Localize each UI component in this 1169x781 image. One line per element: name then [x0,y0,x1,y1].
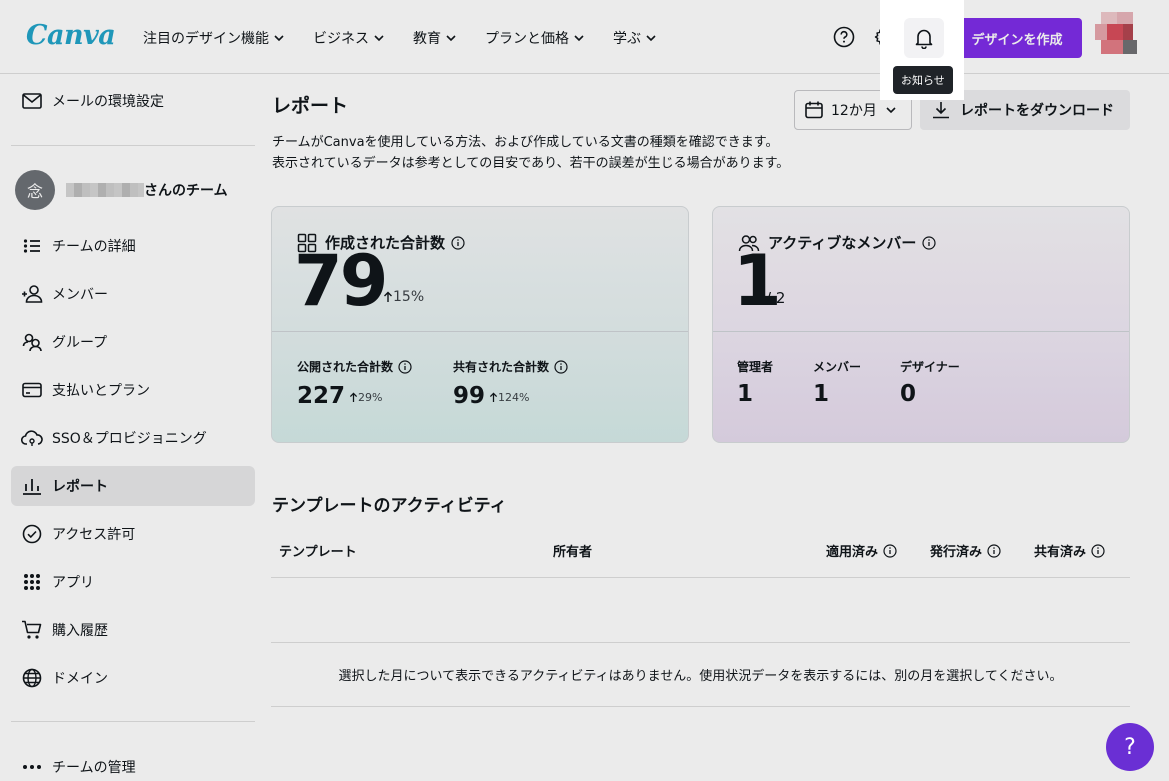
shared-label: 共有された合計数 [453,358,568,375]
shared-value: 99 124% [453,383,530,409]
page-description: チームがCanvaを使用している方法、および作成している文書の種類を確認できます… [272,135,790,171]
chevron-down-icon [886,107,896,114]
column-header-published[interactable]: 発行済み [930,541,1001,560]
user-avatar[interactable] [1095,12,1145,62]
members-total: / 2 [766,289,786,307]
info-icon[interactable] [883,543,897,558]
table-divider [271,706,1130,707]
section-title: テンプレートのアクティビティ [272,496,507,516]
role-label-admin: 管理者 [737,360,774,374]
table-divider [271,577,1130,578]
sidebar-item-purchase-history[interactable]: 購入履歴 [11,610,255,650]
sidebar-item-apps[interactable]: アプリ [11,562,255,602]
created-total-value: 79 [294,240,388,322]
sidebar-item-domains[interactable]: ドメイン [11,658,255,698]
created-total-card: 作成された合計数 79 15% 公開された合計数 227 29% 共有された合計… [271,206,689,443]
sidebar-item-reports[interactable]: レポート [11,466,255,506]
role-value-member: 1 [813,381,830,407]
published-label: 公開された合計数 [297,358,412,375]
active-members-card: アクティブなメンバー 1 / 2 管理者 1 メンバー 1 デザイナー 0 [712,206,1130,443]
sidebar-divider [11,721,255,722]
settings-sidebar: メールの環境設定 念 さんのチーム チームの詳細 メンバー グループ 支払いとプ… [0,75,262,781]
group-icon [21,331,43,353]
top-nav: 注目のデザイン機能 ビジネス 教育 プランと価格 学ぶ [143,28,685,48]
calendar-icon [805,101,823,119]
notifications-button[interactable] [904,18,944,58]
redacted-name [66,183,144,197]
sidebar-item-groups[interactable]: グループ [11,322,255,362]
bar-chart-icon [21,475,43,497]
role-label-designer: デザイナー [900,360,960,374]
sidebar-item-permissions[interactable]: アクセス許可 [11,514,255,554]
notification-tooltip: お知らせ [893,66,953,94]
sidebar-item-team-details[interactable]: チームの詳細 [11,226,255,266]
arrow-up-icon [489,392,498,402]
chevron-down-icon [374,35,384,42]
top-bar: Canva 注目のデザイン機能 ビジネス 教育 プランと価格 学ぶ デザインを作… [0,0,1169,74]
list-icon [21,235,43,257]
sidebar-item-manage-team[interactable]: チームの管理 [11,747,255,781]
active-members-value: 1 [733,240,782,322]
info-icon[interactable] [987,543,1001,558]
arrow-up-icon [384,291,392,302]
team-header: 念 さんのチーム [15,170,228,210]
team-name: さんのチーム [144,183,228,199]
chevron-down-icon [574,35,584,42]
page-title: レポート [272,95,349,117]
column-header-shared[interactable]: 共有済み [1034,541,1105,560]
published-value: 227 29% [297,383,383,409]
team-avatar: 念 [15,170,55,210]
create-design-button[interactable]: デザインを作成 [952,18,1082,58]
mail-icon [21,90,43,112]
nav-business[interactable]: ビジネス [313,28,385,48]
chevron-down-icon [274,35,284,42]
sidebar-item-members[interactable]: メンバー [11,274,255,314]
credit-card-icon [21,379,43,401]
published-change: 29% [349,391,382,404]
info-icon[interactable] [922,235,936,250]
table-divider [271,642,1130,643]
empty-state-message: 選択した月について表示できるアクティビティはありません。使用状況データを表示する… [338,669,1063,684]
globe-icon [21,667,43,689]
created-change: 15% [383,289,424,305]
chevron-down-icon [646,35,656,42]
shared-change: 124% [489,391,529,404]
role-label-member: メンバー [813,360,862,374]
report-main: レポート 12か月 レポートをダウンロード チームがCanvaを使用している方法… [262,75,1169,781]
column-header-owner[interactable]: 所有者 [553,541,592,560]
sidebar-item-billing[interactable]: 支払いとプラン [11,370,255,410]
more-dots-icon [21,756,43,778]
card-divider [272,331,688,332]
cloud-key-icon [21,427,43,449]
add-people-icon [21,283,43,305]
notification-highlight: お知らせ [880,0,964,100]
column-header-template[interactable]: テンプレート [279,541,357,560]
sidebar-item-sso[interactable]: SSO＆プロビジョニング [11,418,255,458]
check-circle-icon [21,523,43,545]
bell-icon [915,29,933,49]
chevron-down-icon [446,35,456,42]
nav-featured[interactable]: 注目のデザイン機能 [143,28,285,48]
role-value-admin: 1 [737,381,754,407]
download-icon [933,102,949,119]
arrow-up-icon [349,392,358,402]
info-icon[interactable] [451,235,465,250]
sidebar-divider [11,145,255,146]
column-header-applied[interactable]: 適用済み [826,541,897,560]
nav-learn[interactable]: 学ぶ [613,28,657,48]
apps-grid-icon [21,571,43,593]
help-circle-icon [833,26,855,48]
role-value-designer: 0 [900,381,917,407]
sidebar-item-email-settings[interactable]: メールの環境設定 [11,81,255,121]
info-icon[interactable] [1091,543,1105,558]
help-button[interactable] [829,22,859,52]
card-divider [713,331,1129,332]
canva-logo[interactable]: Canva [26,20,116,51]
nav-pricing[interactable]: プランと価格 [485,28,585,48]
shopping-cart-icon [21,619,43,641]
info-icon[interactable] [554,359,568,374]
info-icon[interactable] [398,359,412,374]
nav-education[interactable]: 教育 [413,28,457,48]
help-fab-button[interactable]: ? [1106,723,1154,771]
